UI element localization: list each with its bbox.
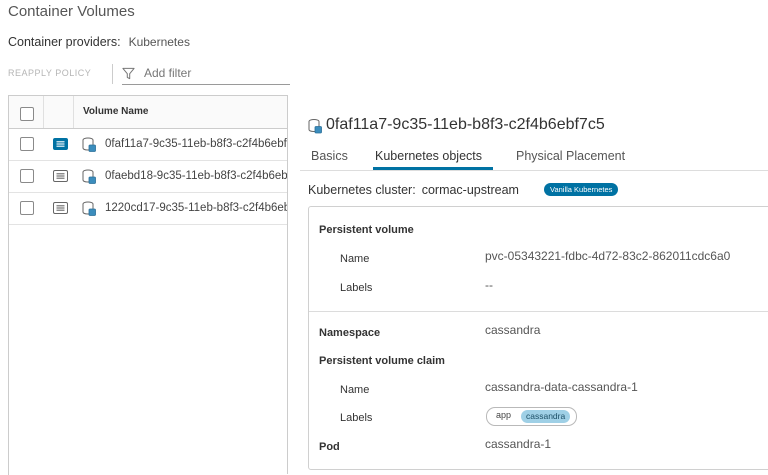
pv-labels-label: Labels [340, 282, 373, 294]
pod-label: Pod [319, 441, 340, 453]
detail-pane-icon[interactable] [53, 170, 68, 182]
filter-input[interactable] [144, 66, 284, 80]
volume-database-icon [308, 119, 322, 134]
volume-name[interactable]: 1220cd17-9c35-11eb-b8f3-c2f4b6ebf7c5 [105, 202, 312, 214]
header-divider [43, 96, 44, 128]
namespace-label: Namespace [319, 327, 381, 339]
tab-kubernetes-objects[interactable]: Kubernetes objects [375, 149, 482, 163]
label-key: app [496, 410, 512, 420]
cluster-type-badge: Vanilla Kubernetes [544, 183, 619, 196]
toolbar-divider [112, 64, 113, 84]
label-chip: app cassandra [486, 407, 577, 426]
container-providers: Container providers: Kubernetes [8, 35, 190, 49]
tabs-baseline [300, 170, 768, 171]
volume-database-icon [82, 137, 96, 152]
detail-title: 0faf11a7-9c35-11eb-b8f3-c2f4b6ebf7c5 [326, 116, 605, 133]
filter-funnel-icon [122, 67, 135, 80]
filter-box[interactable] [122, 64, 290, 85]
page-title: Container Volumes [8, 3, 135, 20]
cluster-label: Kubernetes cluster: [308, 183, 416, 197]
row-checkbox[interactable] [20, 169, 34, 183]
card-divider [309, 311, 768, 312]
pv-labels-value: -- [485, 278, 493, 292]
pv-name-label: Name [340, 253, 370, 265]
volume-name[interactable]: 0faebd18-9c35-11eb-b8f3-c2f4b6ebf7c5 [105, 170, 309, 182]
pvc-heading: Persistent volume claim [319, 355, 445, 367]
providers-label: Container providers: [8, 35, 121, 49]
pod-value: cassandra-1 [485, 437, 552, 451]
grid-header: Volume Name [9, 96, 299, 129]
pv-name-value: pvc-05343221-fdbc-4d72-83c2-862011cdc6a0 [485, 249, 731, 263]
detail-pane-icon[interactable] [53, 138, 68, 150]
active-tab-indicator [373, 167, 493, 170]
panel-divider[interactable] [287, 95, 288, 474]
header-divider [73, 96, 74, 128]
table-row[interactable]: 0faebd18-9c35-11eb-b8f3-c2f4b6ebf7c5 [9, 160, 309, 193]
providers-value: Kubernetes [128, 35, 190, 49]
namespace-value: cassandra [485, 323, 541, 337]
table-row[interactable]: 0faf11a7-9c35-11eb-b8f3-c2f4b6ebf7c5 [9, 128, 305, 161]
pvc-name-label: Name [340, 384, 370, 396]
volume-database-icon [82, 201, 96, 216]
row-checkbox[interactable] [20, 137, 34, 151]
reapply-policy-button[interactable]: REAPPLY POLICY [8, 68, 91, 78]
tab-physical-placement[interactable]: Physical Placement [516, 149, 625, 163]
column-header-volume-name[interactable]: Volume Name [83, 106, 148, 117]
volume-database-icon [82, 169, 96, 184]
volume-name[interactable]: 0faf11a7-9c35-11eb-b8f3-c2f4b6ebf7c5 [105, 138, 305, 150]
table-row[interactable]: 1220cd17-9c35-11eb-b8f3-c2f4b6ebf7c5 [9, 192, 312, 225]
detail-pane-icon[interactable] [53, 202, 68, 214]
pvc-labels-label: Labels [340, 412, 373, 424]
tab-basics[interactable]: Basics [311, 149, 348, 163]
pvc-name-value: cassandra-data-cassandra-1 [485, 380, 638, 394]
select-all-checkbox[interactable] [20, 107, 34, 121]
kubernetes-cluster: Kubernetes cluster: cormac-upstream [308, 183, 519, 197]
volumes-grid: Volume Name 0faf11a7-9c35-11eb-b8f3-c2f4… [8, 95, 312, 475]
cluster-value: cormac-upstream [421, 183, 519, 197]
pv-heading: Persistent volume [319, 224, 414, 236]
label-value: cassandra [521, 410, 571, 423]
row-checkbox[interactable] [20, 201, 34, 215]
